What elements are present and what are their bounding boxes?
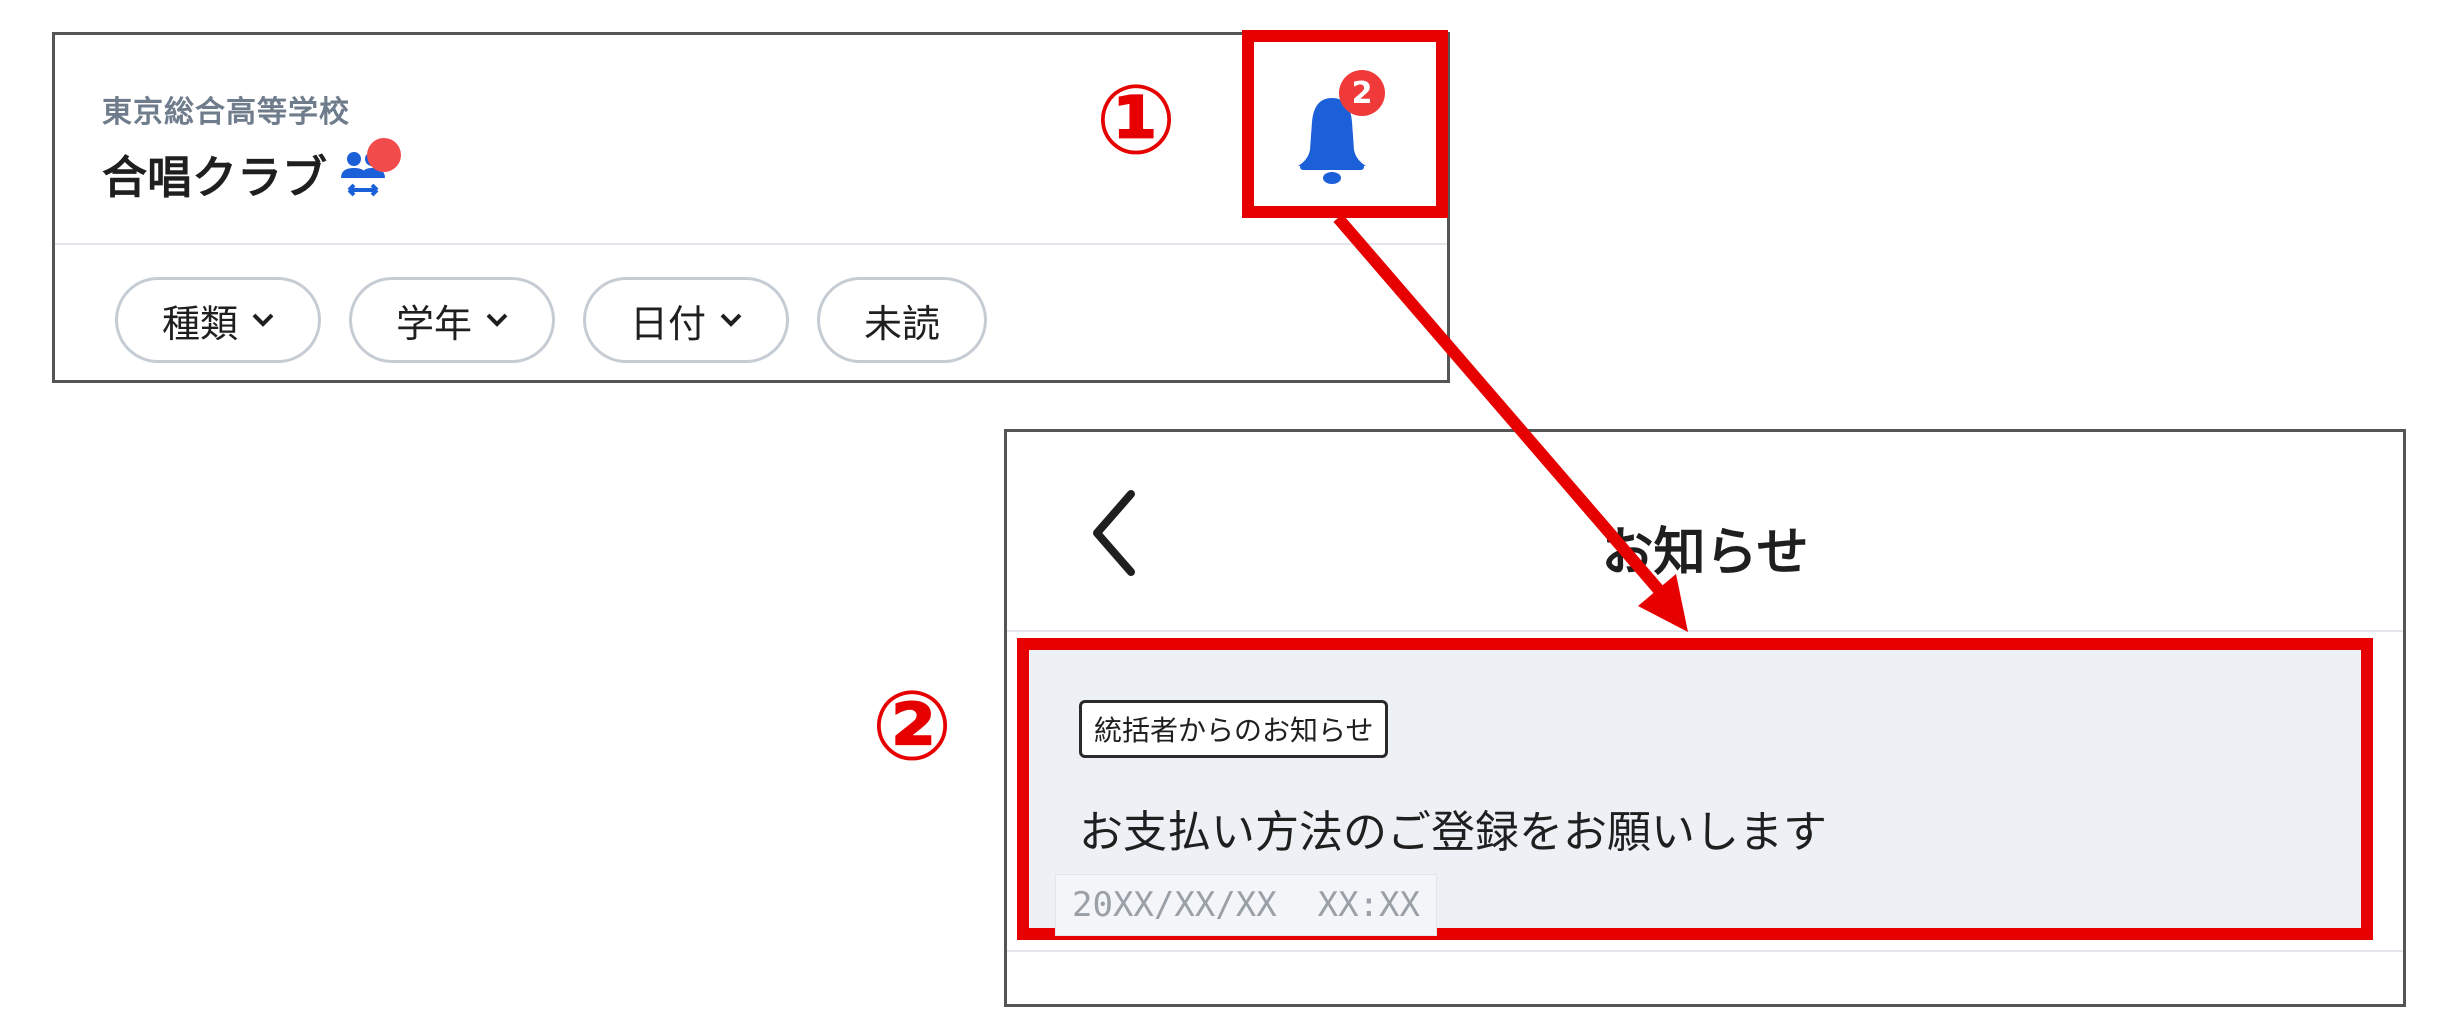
unread-dot: [367, 137, 402, 172]
filter-chip-type[interactable]: 種類: [115, 277, 322, 363]
filter-chip-label: 未読: [864, 301, 941, 346]
highlight-box-bell: [1242, 30, 1448, 218]
step-label-2: ②: [871, 670, 953, 782]
filter-chip-label: 学年: [396, 301, 473, 346]
club-header-panel: 東京総合高等学校 合唱クラブ 種類 学年 日付 未読: [52, 32, 1450, 383]
notification-message: お支払い方法のご登録をお願いします: [1079, 807, 1827, 858]
club-name: 合唱クラブ: [102, 151, 328, 204]
list-divider: [1007, 950, 2403, 952]
filter-chip-unread[interactable]: 未読: [817, 277, 988, 363]
school-name: 東京総合高等学校: [102, 95, 350, 130]
people-swap-icon[interactable]: [335, 137, 402, 202]
notification-tag: 統括者からのお知らせ: [1079, 700, 1389, 758]
chevron-down-icon: [252, 313, 274, 327]
club-title[interactable]: 合唱クラブ: [102, 137, 402, 206]
notification-item[interactable]: 統括者からのお知らせ お支払い方法のご登録をお願いします 20XX/XX/XX …: [1017, 638, 2373, 940]
filter-chip-label: 日付: [630, 301, 707, 346]
filter-chip-label: 種類: [162, 301, 239, 346]
notification-timestamp: 20XX/XX/XX XX:XX: [1055, 874, 1437, 936]
step-label-1: ①: [1095, 64, 1177, 176]
page-title: お知らせ: [1601, 523, 1809, 583]
filter-chip-grade[interactable]: 学年: [349, 277, 556, 363]
header-divider: [55, 243, 1447, 245]
filter-bar: 種類 学年 日付 未読: [115, 277, 988, 363]
chevron-down-icon: [486, 313, 508, 327]
title-divider: [1007, 630, 2403, 632]
notifications-panel: お知らせ 統括者からのお知らせ お支払い方法のご登録をお願いします 20XX/X…: [1004, 429, 2406, 1007]
chevron-down-icon: [720, 313, 742, 327]
filter-chip-date[interactable]: 日付: [583, 277, 790, 363]
